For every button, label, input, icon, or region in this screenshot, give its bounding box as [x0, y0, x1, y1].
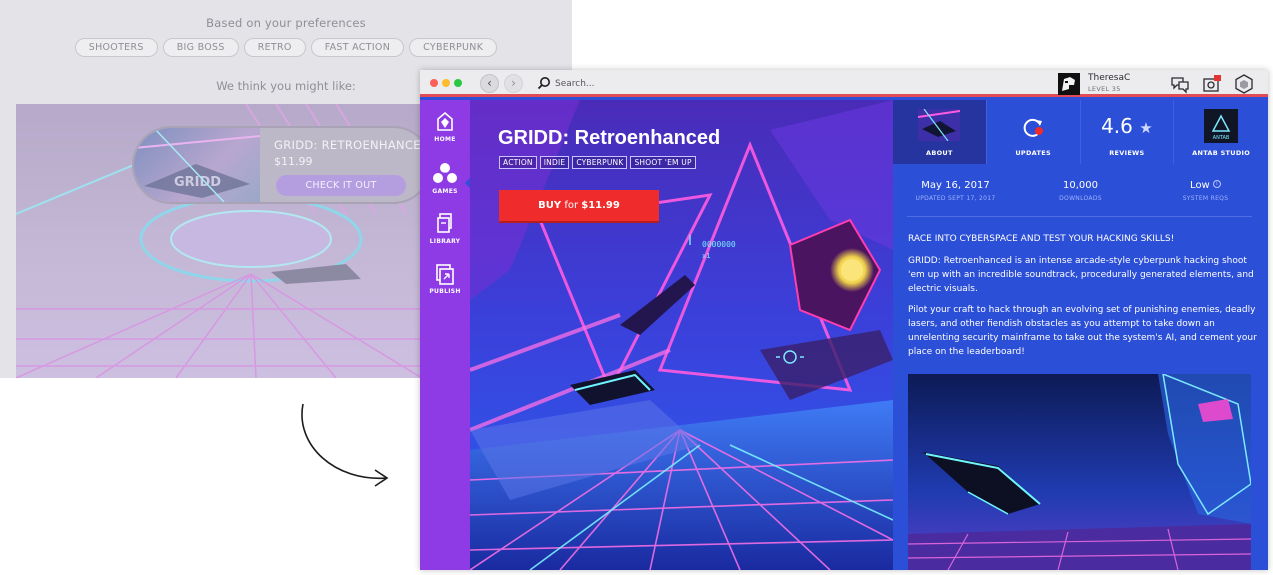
title-bar: ‹ › TheresaC LEVEL 35: [420, 70, 1268, 97]
sidebar-item-library[interactable]: LIBRARY: [420, 212, 470, 256]
sidebar-item-publish[interactable]: PUBLISH: [420, 262, 470, 306]
tab-reviews[interactable]: 4.6 ★ REVIEWS: [1081, 100, 1175, 164]
downloads-count: 10,000: [1063, 180, 1098, 191]
presentation-stage: Based on your preferences SHOOTERS BIG B…: [0, 0, 1273, 575]
info-tabs: ABOUT UPDATES 4.6 ★ REVIEWS ANTAB ANTAB …: [893, 100, 1268, 164]
tab-studio-label: ANTAB STUDIO: [1192, 149, 1251, 157]
sidebar-item-home[interactable]: HOME: [420, 112, 470, 156]
transition-arrow-icon: [301, 403, 389, 487]
tab-about[interactable]: ABOUT: [893, 100, 987, 164]
tag-cyberpunk[interactable]: CYBERPUNK: [572, 156, 628, 169]
user-avatar[interactable]: [1058, 73, 1080, 95]
system-reqs-value: Low: [1190, 180, 1210, 191]
game-hero: 0000000 x1 GRIDD: Retroenhanced ACTION I…: [470, 100, 893, 570]
maximize-window-button[interactable]: [454, 79, 462, 87]
back-button[interactable]: ‹: [480, 74, 499, 93]
recommended-game-price: $11.99: [274, 155, 313, 168]
preference-chip-cyberpunk[interactable]: CYBERPUNK: [409, 38, 498, 57]
game-thumbnail-icon: [918, 109, 961, 141]
preference-chip-fast-action[interactable]: FAST ACTION: [310, 38, 405, 57]
check-it-out-button[interactable]: CHECK IT OUT: [276, 175, 406, 196]
sidebar-item-label: PUBLISH: [429, 288, 461, 295]
rating-number: 4.6: [1101, 114, 1133, 138]
search-input[interactable]: [555, 75, 755, 92]
hud-multiplier: x1: [702, 252, 710, 260]
divider: [907, 216, 1252, 217]
notifications-icon[interactable]: [1202, 74, 1222, 94]
game-description-2: Pilot your craft to hack through an evol…: [908, 305, 1257, 357]
preference-chip-shooters[interactable]: SHOOTERS: [74, 38, 158, 57]
tag-shoot-em-up[interactable]: SHOOT 'EM UP: [630, 156, 696, 169]
game-tagline: RACE INTO CYBERSPACE AND TEST YOUR HACKI…: [908, 234, 1175, 244]
release-date: May 16, 2017: [921, 180, 990, 191]
buy-label: BUY: [538, 200, 562, 211]
game-screenshot[interactable]: [908, 374, 1251, 570]
buy-price: $11.99: [581, 200, 620, 211]
tag-indie[interactable]: INDIE: [539, 156, 570, 169]
tab-about-label: ABOUT: [926, 149, 953, 157]
sidebar-item-label: GAMES: [432, 188, 458, 195]
tag-action[interactable]: ACTION: [499, 156, 537, 169]
preference-chip-big-boss[interactable]: BIG BOSS: [162, 38, 239, 57]
forward-button[interactable]: ›: [504, 74, 523, 93]
hud-score-counter: 0000000: [702, 240, 736, 249]
recommended-game-title: GRIDD: RETROENHANCED: [274, 138, 430, 152]
game-description-1: GRIDD: Retroenhanced is an intense arcad…: [908, 256, 1254, 294]
search-icon: [537, 77, 550, 90]
game-info-panel: ABOUT UPDATES 4.6 ★ REVIEWS ANTAB ANTAB …: [893, 100, 1268, 570]
buy-button[interactable]: BUY for $11.99: [499, 190, 659, 221]
updates-icon: [1023, 118, 1044, 137]
downloads-label: DOWNLOADS: [1059, 195, 1102, 202]
svg-text:GRIDD: GRIDD: [174, 175, 221, 190]
system-reqs-label: SYSTEM REQS: [1182, 195, 1229, 202]
close-window-button[interactable]: [430, 79, 438, 87]
main-sidebar: HOME GAMES LIBRARY PUBLISH: [420, 100, 470, 570]
release-date-stat: May 16, 2017 UPDATED SEPT 17, 2017: [893, 180, 1018, 202]
game-hero-image: 0000000 x1: [470, 100, 893, 570]
user-level: LEVEL 35: [1088, 85, 1121, 93]
genre-tags: ACTION INDIE CYBERPUNK SHOOT 'EM UP: [499, 156, 696, 169]
studio-logo-text: ANTAB: [1213, 135, 1230, 141]
home-icon: [437, 112, 453, 131]
tab-studio[interactable]: ANTAB ANTAB STUDIO: [1174, 100, 1268, 164]
publish-icon: [436, 264, 454, 285]
games-icon: [433, 163, 457, 183]
sidebar-item-games[interactable]: GAMES: [420, 162, 470, 206]
preferences-heading: Based on your preferences: [206, 16, 366, 30]
minimize-window-button[interactable]: [442, 79, 450, 87]
rating-star-icon: ★: [1139, 119, 1153, 137]
tab-updates[interactable]: UPDATES: [987, 100, 1081, 164]
system-reqs-stat[interactable]: Low i SYSTEM REQS: [1143, 180, 1268, 202]
tab-reviews-label: REVIEWS: [1109, 149, 1145, 157]
game-title: GRIDD: Retroenhanced: [498, 127, 721, 149]
sidebar-item-label: HOME: [434, 136, 456, 143]
username[interactable]: TheresaC: [1088, 73, 1130, 83]
rating-value: 4.6 ★: [1081, 114, 1174, 138]
updated-date: UPDATED SEPT 17, 2017: [915, 195, 996, 202]
sidebar-item-label: LIBRARY: [429, 238, 461, 245]
info-icon[interactable]: i: [1212, 180, 1221, 188]
buy-for-word: for: [564, 200, 579, 211]
settings-cube-icon[interactable]: [1234, 74, 1254, 94]
library-icon: [437, 213, 452, 233]
tab-updates-label: UPDATES: [1015, 149, 1051, 157]
preference-chips: SHOOTERS BIG BOSS RETRO FAST ACTION CYBE…: [0, 38, 572, 57]
chat-icon[interactable]: [1170, 74, 1190, 94]
studio-logo-icon: ANTAB: [1204, 109, 1239, 143]
store-app-window: ‹ › TheresaC LEVEL 35: [420, 70, 1268, 570]
recommended-game-card[interactable]: GRIDD GRIDD: RETROENHANCED $11.99 CHECK …: [132, 126, 432, 204]
recommended-game-thumbnail: GRIDD: [134, 128, 261, 202]
preference-chip-retro[interactable]: RETRO: [243, 38, 306, 57]
downloads-stat: 10,000 DOWNLOADS: [1018, 180, 1143, 202]
